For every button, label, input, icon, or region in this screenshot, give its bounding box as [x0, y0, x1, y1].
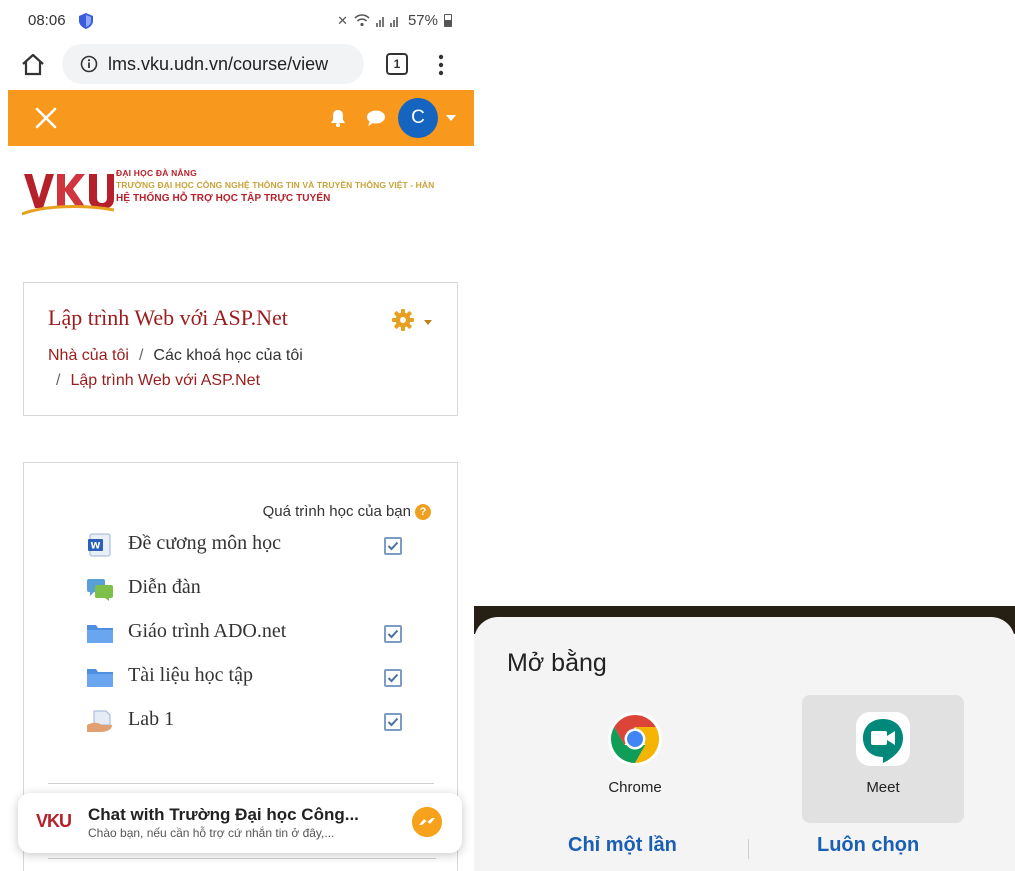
- activity-name[interactable]: Lab 1: [128, 708, 174, 731]
- signal-icon: [375, 17, 398, 27]
- completion-checkbox[interactable]: [384, 625, 402, 643]
- course-header-card: Lập trình Web với ASP.Net Nhà của tôi / Cá…: [23, 282, 458, 416]
- logo-text: ĐẠI HỌC ĐÀ NẴNG TRƯỜNG ĐẠI HỌC CÔNG NGHỆ…: [116, 168, 456, 204]
- site-logo[interactable]: ĐẠI HỌC ĐÀ NẴNG TRƯỜNG ĐẠI HỌC CÔNG NGHỆ…: [22, 164, 462, 220]
- meet-icon: [856, 712, 910, 766]
- activity-item[interactable]: Diễn đàn: [86, 575, 446, 605]
- chrome-icon: [608, 712, 662, 766]
- browser-toolbar: lms.vku.udn.vn/course/view 1: [0, 42, 474, 90]
- more-menu-icon[interactable]: [436, 52, 446, 78]
- breadcrumb-my-courses[interactable]: Các khoá học của tôi: [153, 347, 302, 364]
- status-time: 08:06: [28, 12, 66, 29]
- wifi-icon: [354, 14, 370, 27]
- home-icon[interactable]: [20, 52, 46, 78]
- open-with-screen: Mở bằng Chrome Meet Chỉ một lần Luôn chọ…: [474, 0, 1015, 871]
- course-page-screen: 08:06 ✕ 57% lms.vku.udn.vn/course/view 1…: [0, 0, 474, 871]
- completion-checkbox[interactable]: [384, 669, 402, 687]
- battery-icon: [444, 14, 452, 27]
- progress-heading: Quá trình học của bạn ?: [263, 503, 431, 520]
- top-navbar: C: [8, 90, 474, 146]
- completion-checkbox[interactable]: [384, 537, 402, 555]
- just-once-button[interactable]: Chỉ một lần: [568, 834, 677, 857]
- logo-line-school: TRƯỜNG ĐẠI HỌC CÔNG NGHỆ THÔNG TIN VÀ TR…: [116, 180, 435, 190]
- activity-name[interactable]: Diễn đàn: [128, 576, 201, 599]
- status-icons: ✕ 57%: [337, 12, 452, 29]
- mute-icon: ✕: [337, 12, 348, 28]
- close-icon[interactable]: [32, 104, 60, 132]
- status-bar: 08:06 ✕ 57%: [0, 0, 474, 42]
- chevron-down-icon[interactable]: [424, 320, 432, 325]
- open-with-sheet: Mở bằng Chrome Meet Chỉ một lần Luôn chọ…: [474, 617, 1015, 871]
- help-icon[interactable]: ?: [415, 503, 431, 520]
- logo-line-university: ĐẠI HỌC ĐÀ NẴNG: [116, 168, 197, 178]
- app-label: Meet: [866, 779, 900, 796]
- folder-icon: [87, 669, 113, 687]
- vku-logo-mark: [22, 174, 114, 216]
- breadcrumb-course-link[interactable]: Lập trình Web với ASP.Net: [70, 372, 260, 389]
- sheet-title: Mở bằng: [507, 649, 607, 677]
- breadcrumb: Nhà của tôi / Các khoá học của tôi / Lập tr…: [48, 343, 438, 393]
- app-option-chrome[interactable]: Chrome: [580, 705, 690, 805]
- bell-icon[interactable]: [328, 108, 348, 128]
- message-icon[interactable]: [366, 109, 386, 127]
- chat-title[interactable]: Chat with Trường Đại học Công...: [88, 805, 359, 825]
- address-bar[interactable]: lms.vku.udn.vn/course/view: [62, 44, 364, 84]
- chat-subtitle: Chào bạn, nếu cần hỗ trợ cứ nhắn tin ở đ…: [88, 826, 335, 840]
- activity-item[interactable]: Giáo trình ADO.net: [86, 619, 446, 649]
- chat-logo: VKU: [36, 811, 72, 831]
- completion-checkbox[interactable]: [384, 713, 402, 731]
- app-option-meet[interactable]: Meet: [802, 695, 964, 823]
- user-avatar[interactable]: C: [398, 98, 438, 138]
- breadcrumb-separator: /: [56, 372, 61, 389]
- breadcrumb-separator: /: [138, 347, 144, 364]
- folder-icon: [87, 625, 113, 643]
- progress-label: Quá trình học của bạn: [262, 503, 411, 520]
- activity-name[interactable]: Tài liệu học tập: [128, 664, 253, 687]
- activity-item[interactable]: W Đề cương môn học: [86, 531, 446, 561]
- forum-icon: [87, 579, 113, 601]
- section-divider: [48, 783, 434, 784]
- assignment-icon: [87, 710, 112, 732]
- activity-item[interactable]: Lab 1: [86, 707, 446, 737]
- shield-icon: [79, 13, 93, 29]
- messenger-chat-banner[interactable]: VKU Chat with Trường Đại học Công... Chà…: [18, 793, 462, 853]
- activity-name[interactable]: Giáo trình ADO.net: [128, 620, 286, 643]
- info-icon[interactable]: [80, 55, 98, 73]
- word-document-icon: W: [88, 533, 111, 557]
- breadcrumb-home-link[interactable]: Nhà của tôi: [48, 347, 129, 364]
- tabs-switcher-button[interactable]: 1: [386, 53, 408, 75]
- activity-item[interactable]: Tài liệu học tập: [86, 663, 446, 693]
- svg-text:W: W: [91, 542, 101, 552]
- app-label: Chrome: [608, 779, 662, 796]
- section-divider: [48, 858, 436, 859]
- gear-icon[interactable]: [392, 309, 414, 331]
- always-button[interactable]: Luôn chọn: [817, 834, 919, 857]
- logo-line-system: HỆ THỐNG HỖ TRỢ HỌC TẬP TRỰC TUYẾN: [116, 193, 331, 204]
- button-separator: [748, 839, 749, 859]
- page-title: Lập trình Web với ASP.Net: [48, 305, 288, 330]
- activity-name[interactable]: Đề cương môn học: [128, 532, 281, 555]
- messenger-icon[interactable]: [412, 807, 442, 837]
- battery-percent: 57%: [407, 12, 438, 29]
- url-text[interactable]: lms.vku.udn.vn/course/view: [108, 54, 328, 75]
- chevron-down-icon[interactable]: [446, 115, 456, 121]
